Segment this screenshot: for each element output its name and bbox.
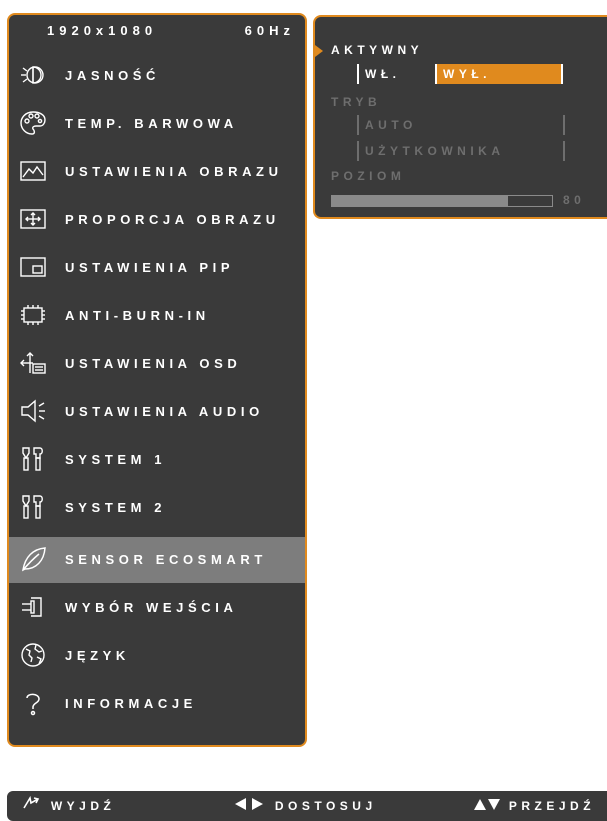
level-slider-fill [332, 196, 508, 206]
signal-status: 1920x1080 60Hz [9, 19, 305, 41]
menu-label: PROPORCJA OBRAZU [65, 212, 280, 227]
brightness-icon [19, 61, 47, 89]
exit-icon [21, 794, 43, 820]
menu-item-color-temp[interactable]: TEMP. BARWOWA [9, 101, 305, 147]
menu-item-aspect-ratio[interactable]: PROPORCJA OBRAZU [9, 197, 305, 243]
adjust-label: DOSTOSUJ [274, 799, 377, 813]
option-end-bar [563, 115, 565, 135]
menu-label: TEMP. BARWOWA [65, 116, 238, 131]
option-user[interactable]: UŻYTKOWNIKA [357, 141, 567, 161]
option-on[interactable]: WŁ. [357, 64, 437, 84]
menu-label: SENSOR ECOSMART [65, 552, 267, 567]
input-icon [19, 593, 47, 621]
left-right-arrows-icon [233, 794, 267, 820]
menu-item-input-select[interactable]: WYBÓR WEJŚCIA [9, 585, 305, 631]
refresh-rate-text: 60Hz [244, 22, 295, 38]
chip-icon [19, 301, 47, 329]
option-auto[interactable]: AUTO [357, 115, 567, 135]
level-slider[interactable] [331, 195, 553, 207]
menu-label: WYBÓR WEJŚCIA [65, 600, 238, 615]
globe-icon [19, 641, 47, 669]
menu-label: USTAWIENIA AUDIO [65, 404, 264, 419]
option-off[interactable]: WYŁ. [435, 64, 561, 84]
menu-label: SYSTEM 1 [65, 452, 167, 467]
exit-hint[interactable]: WYJDŹ [21, 793, 115, 819]
menu-label: USTAWIENIA PIP [65, 260, 235, 275]
menu-item-anti-burn-in[interactable]: ANTI-BURN-IN [9, 293, 305, 339]
osd-icon [19, 349, 47, 377]
navigate-label: PRZEJDŹ [508, 799, 596, 813]
menu-item-system-2[interactable]: SYSTEM 2 [9, 485, 305, 531]
up-down-arrows-icon [473, 794, 501, 820]
menu-label: ANTI-BURN-IN [65, 308, 210, 323]
resolution-text: 1920x1080 [47, 22, 158, 38]
menu-item-brightness[interactable]: JASNOŚĆ [9, 53, 305, 99]
menu-item-sensor-ecosmart[interactable]: SENSOR ECOSMART [9, 537, 305, 583]
menu-label: JĘZYK [65, 648, 130, 663]
menu-item-pip-settings[interactable]: USTAWIENIA PIP [9, 245, 305, 291]
menu-item-image-settings[interactable]: USTAWIENIA OBRAZU [9, 149, 305, 195]
menu-label: SYSTEM 2 [65, 500, 167, 515]
submenu-panel: AKTYWNY WŁ. WYŁ. TRYB AUTO UŻYTKOWNIKA P… [313, 15, 607, 219]
exit-label: WYJDŹ [50, 799, 116, 813]
menu-label: USTAWIENIA OSD [65, 356, 242, 371]
menu-item-osd-settings[interactable]: USTAWIENIA OSD [9, 341, 305, 387]
adjust-hint[interactable]: DOSTOSUJ [233, 793, 377, 819]
question-icon [19, 689, 47, 717]
palette-icon [19, 109, 47, 137]
level-value: 80 [563, 193, 586, 207]
menu-item-language[interactable]: JĘZYK [9, 633, 305, 679]
menu-label: USTAWIENIA OBRAZU [65, 164, 283, 179]
pip-icon [19, 253, 47, 281]
leaf-icon [19, 545, 47, 573]
tools-icon [19, 445, 47, 473]
active-pointer-icon [315, 45, 323, 57]
image-settings-icon [19, 157, 47, 185]
mode-heading: TRYB [331, 95, 382, 109]
aspect-ratio-icon [19, 205, 47, 233]
menu-item-system-1[interactable]: SYSTEM 1 [9, 437, 305, 483]
tools-icon [19, 493, 47, 521]
menu-label: JASNOŚĆ [65, 68, 161, 83]
option-end-bar [561, 64, 563, 84]
main-menu-panel: 1920x1080 60Hz JASNOŚĆ TEMP. BARWOWA UST… [7, 13, 307, 747]
speaker-icon [19, 397, 47, 425]
footer-bar: WYJDŹ DOSTOSUJ PRZEJDŹ [7, 791, 607, 821]
menu-item-audio-settings[interactable]: USTAWIENIA AUDIO [9, 389, 305, 435]
active-heading: AKTYWNY [331, 43, 424, 57]
level-heading: POZIOM [331, 169, 406, 183]
option-end-bar [563, 141, 565, 161]
navigate-hint[interactable]: PRZEJDŹ [473, 793, 595, 819]
menu-label: INFORMACJE [65, 696, 197, 711]
menu-item-information[interactable]: INFORMACJE [9, 681, 305, 727]
